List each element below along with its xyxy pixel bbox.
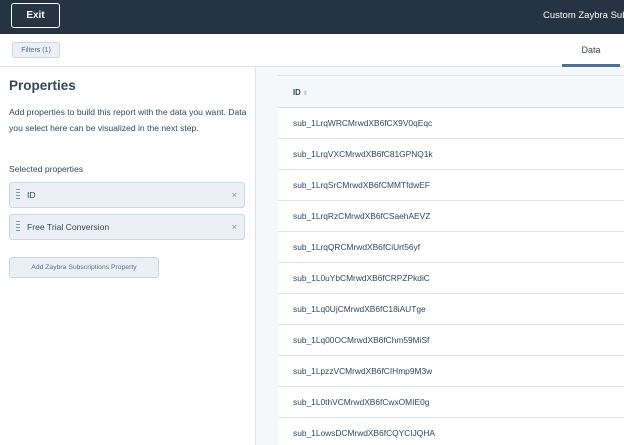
selected-property-free-trial-conversion[interactable]: Free Trial Conversion × [9,214,245,240]
table-row: sub_1L0uYbCMrwdXB6fCRPZPkdiC [278,263,624,294]
table-row: sub_1LpzzVCMrwdXB6fCIHmp9M3w [278,356,624,387]
table-cell-id: sub_1Lq0UjCMrwdXB6fC18iAUTge [293,304,426,314]
table-row: sub_1LowsDCMrwdXB6fCQYCIJQHA [278,418,624,445]
table-row: sub_1LrqSrCMrwdXB6fCMMTfdwEF [278,170,624,201]
remove-icon[interactable]: × [232,183,237,207]
table-row: sub_1L0thVCMrwdXB6fCwxOMIE0g [278,387,624,418]
table-header: ID ⇕ [278,75,624,108]
column-header-id[interactable]: ID ⇕ [293,76,308,111]
property-label: ID [27,190,36,200]
table-row: sub_1Lq0UjCMrwdXB6fC18iAUTge [278,294,624,325]
sort-icon[interactable]: ⇕ [303,91,308,97]
filters-button[interactable]: Filters (1) [12,42,60,58]
property-label: Free Trial Conversion [27,222,110,232]
selected-properties-label: Selected properties [9,164,84,174]
drag-handle-icon[interactable] [16,221,20,234]
exit-button[interactable]: Exit [11,3,60,28]
table-cell-id: sub_1LrqWRCMrwdXB6fCX9V0qEqc [293,118,433,128]
table-cell-id: sub_1LrqVXCMrwdXB6fC81GPNQ1k [293,149,433,159]
table-cell-id: sub_1L0thVCMrwdXB6fCwxOMIE0g [293,397,430,407]
table-cell-id: sub_1LrqQRCMrwdXB6fCiUrt56yf [293,242,421,252]
selected-property-id[interactable]: ID × [9,182,245,208]
table-cell-id: sub_1L0uYbCMrwdXB6fCRPZPkdiC [293,273,430,283]
table-cell-id: sub_1LrqRzCMrwdXB6fCSaehAEVZ [293,211,431,221]
table-row: sub_1LrqQRCMrwdXB6fCiUrt56yf [278,232,624,263]
tab-data[interactable]: Data [562,34,620,67]
table-row: sub_1LrqWRCMrwdXB6fCX9V0qEqc [278,108,624,139]
table-row: sub_1LrqRzCMrwdXB6fCSaehAEVZ [278,201,624,232]
properties-panel: Properties Add properties to build this … [0,67,256,445]
remove-icon[interactable]: × [232,215,237,239]
data-panel: ID ⇕ sub_1LrqWRCMrwdXB6fCX9V0qEqc sub_1Lr… [256,67,624,445]
data-table: ID ⇕ sub_1LrqWRCMrwdXB6fCX9V0qEqc sub_1Lr… [278,75,624,445]
table-row: sub_1LrqVXCMrwdXB6fC81GPNQ1k [278,139,624,170]
table-cell-id: sub_1LrqSrCMrwdXB6fCMMTfdwEF [293,180,430,190]
table-cell-id: sub_1LowsDCMrwdXB6fCQYCIJQHA [293,428,435,438]
table-cell-id: sub_1LpzzVCMrwdXB6fCIHmp9M3w [293,366,433,376]
table-cell-id: sub_1Lq00OCMrwdXB6fChm59MiSf [293,335,430,345]
top-bar: Exit Custom Zaybra Subscriptions Report [0,0,624,34]
table-row: sub_1Lq00OCMrwdXB6fChm59MiSf [278,325,624,356]
toolbar: Filters (1) Data [0,34,624,67]
properties-title: Properties [9,78,76,93]
drag-handle-icon[interactable] [16,189,20,202]
properties-description: Add properties to build this report with… [9,107,247,133]
add-property-button[interactable]: Add Zaybra Subscriptions Property [9,257,159,278]
report-title: Custom Zaybra Subscriptions Report [543,10,624,21]
